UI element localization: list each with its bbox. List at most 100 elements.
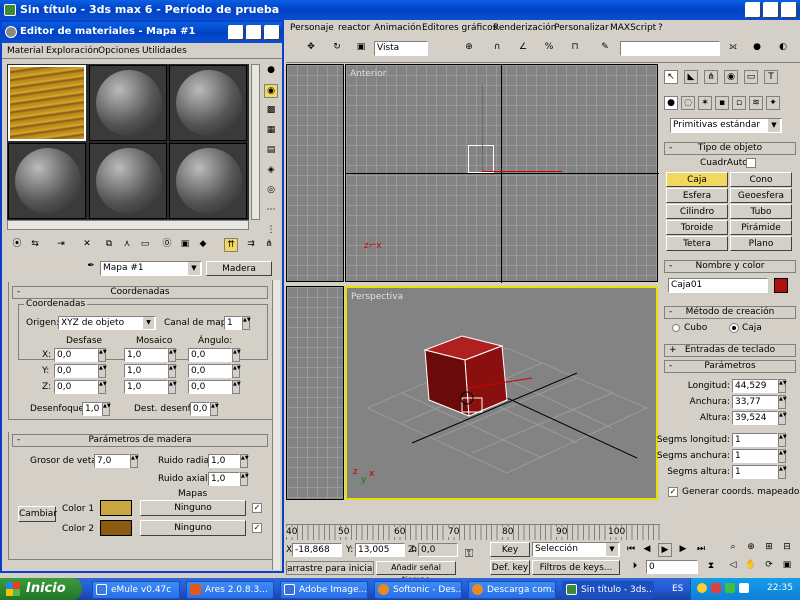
angle-x-input[interactable]: 0,0 — [188, 348, 232, 362]
grain-input[interactable]: 7,0 — [94, 454, 130, 468]
modify-tab-icon[interactable]: ◣ — [684, 70, 698, 84]
rollout-object-type[interactable]: - Tipo de objeto — [664, 142, 796, 155]
options-icon[interactable]: ◎ — [264, 184, 278, 198]
sample-slot-5[interactable] — [89, 143, 167, 219]
tiling-y-input[interactable]: 1,0 — [124, 364, 168, 378]
coord-y-input[interactable]: 13,005 — [355, 543, 405, 557]
task-3dsmax[interactable]: Sin título - 3ds... — [562, 581, 654, 599]
offset-x-input[interactable]: 0,0 — [54, 348, 98, 362]
color2-map-checkbox[interactable]: ✓ — [252, 523, 262, 533]
map-type-button[interactable]: Madera — [206, 261, 272, 276]
object-button-piramide[interactable]: Pirámide — [730, 220, 792, 235]
zoom-icon[interactable]: ⌕ — [726, 541, 740, 555]
autogrid-checkbox[interactable] — [746, 158, 756, 168]
go-to-parent-icon[interactable]: ⇈ — [224, 238, 238, 252]
lights-icon[interactable]: ✶ — [698, 96, 712, 110]
radial-noise-input[interactable]: 1,0 — [208, 454, 240, 468]
object-button-geoesfera[interactable]: Geoesfera — [730, 188, 792, 203]
menu-personalizar[interactable]: Personalizar — [554, 23, 609, 33]
put-to-scene-icon[interactable]: ⇆ — [28, 238, 42, 252]
grain-spinner[interactable]: ▲▼ — [130, 454, 139, 468]
play-icon[interactable]: ▶ — [658, 543, 672, 557]
sample-slot-6[interactable] — [169, 143, 247, 219]
object-button-tetera[interactable]: Tetera — [666, 236, 728, 251]
origin-dropdown[interactable]: XYZ de objeto ▼ — [58, 316, 156, 330]
time-config-icon[interactable]: ⧗ — [704, 560, 718, 574]
select-by-material-icon[interactable]: ⋯ — [264, 204, 278, 218]
maximize-button[interactable]: ❐ — [763, 2, 779, 18]
fov-icon[interactable]: ◁ — [726, 559, 740, 573]
start-button[interactable]: Inicio — [0, 578, 82, 600]
spinner-snap-icon[interactable]: ⊓ — [568, 41, 582, 55]
sample-slot-wood[interactable] — [8, 65, 86, 141]
mat-maximize-button[interactable]: □ — [246, 25, 262, 40]
blur-spinner[interactable]: ▲▼ — [102, 402, 111, 416]
helpers-icon[interactable]: ▫ — [732, 96, 746, 110]
object-button-esfera[interactable]: Esfera — [666, 188, 728, 203]
color2-map-button[interactable]: Ninguno — [140, 520, 246, 536]
mat-menu-opciones[interactable]: Opciones — [98, 46, 140, 56]
angle-z-spinner[interactable]: ▲▼ — [232, 380, 241, 394]
shapes-icon[interactable]: ◌ — [681, 96, 695, 110]
scale-icon[interactable]: ▣ — [354, 41, 368, 55]
viewport-top-left[interactable] — [286, 64, 344, 282]
object-button-cono[interactable]: Cono — [730, 172, 792, 187]
display-tab-icon[interactable]: ▭ — [744, 70, 758, 84]
viewport-bottom-left[interactable] — [286, 286, 344, 500]
color1-map-button[interactable]: Ninguno — [140, 500, 246, 516]
radio-caja[interactable] — [729, 323, 739, 333]
mirror-icon[interactable]: ⟗ — [726, 41, 740, 55]
mat-minimize-button[interactable]: _ — [228, 25, 244, 40]
width-input[interactable]: 33,77 — [732, 395, 778, 409]
go-end-icon[interactable]: ⏭ — [694, 543, 708, 557]
coord-x-input[interactable]: -18,868 — [292, 543, 342, 557]
rollout-keyboard-entry[interactable]: + Entradas de teclado — [664, 344, 796, 357]
systems-icon[interactable]: ✦ — [766, 96, 780, 110]
object-button-plano[interactable]: Plano — [730, 236, 792, 251]
zoom-all-icon[interactable]: ⊕ — [744, 541, 758, 555]
mat-menu-material[interactable]: Material — [7, 46, 44, 56]
rollout-coords[interactable]: - Coordenadas — [12, 286, 268, 299]
edit-named-selection-icon[interactable]: ✎ — [598, 41, 612, 55]
task-download[interactable]: Descarga com... — [468, 581, 556, 599]
hierarchy-tab-icon[interactable]: ⋔ — [704, 70, 718, 84]
gen-mapping-checkbox[interactable]: ✓ — [668, 487, 678, 497]
close-button[interactable]: ✕ — [781, 2, 797, 18]
angle-z-input[interactable]: 0,0 — [188, 380, 232, 394]
snap-3d-icon[interactable]: ∩ — [490, 41, 504, 55]
sample-type-icon[interactable]: ● — [264, 64, 278, 78]
map-name-input[interactable]: Mapa #1 ▼ — [100, 261, 202, 276]
blur-offset-spinner[interactable]: ▲▼ — [210, 402, 219, 416]
coord-z-input[interactable]: 0,0 — [418, 543, 458, 557]
show-map-icon[interactable]: ▣ — [178, 238, 192, 252]
map-channel-input[interactable]: 1 — [224, 316, 242, 330]
language-indicator[interactable]: ES — [672, 584, 683, 594]
menu-help[interactable]: ? — [658, 23, 663, 33]
radial-noise-spinner[interactable]: ▲▼ — [240, 454, 249, 468]
def-key-button[interactable]: Def. key — [490, 560, 530, 575]
material-map-nav-icon[interactable]: ⋔ — [262, 238, 276, 252]
go-start-icon[interactable]: ⏮ — [624, 543, 638, 557]
swap-colors-button[interactable]: Cambiar — [18, 506, 57, 522]
blur-offset-input[interactable]: 0,0 — [190, 402, 210, 416]
key-auto-button[interactable]: Key auto — [490, 542, 530, 569]
mat-menu-utilidades[interactable]: Utilidades — [142, 46, 187, 56]
rollout-wood[interactable]: - Parámetros de madera — [12, 434, 268, 447]
tray-icon-2[interactable] — [711, 583, 721, 593]
mat-menu-exploracion[interactable]: Exploración — [46, 46, 99, 56]
angle-snap-icon[interactable]: ∠ — [516, 41, 530, 55]
move-icon[interactable]: ✥ — [304, 41, 318, 55]
length-input[interactable]: 44,529 — [732, 379, 778, 393]
sample-slot-4[interactable] — [8, 143, 86, 219]
viewport-front[interactable]: Anterior z⌐x — [345, 64, 659, 283]
map-name-dropdown-icon[interactable]: ▼ — [188, 262, 200, 275]
seg-length-spinner[interactable]: ▲▼ — [778, 433, 787, 447]
offset-y-input[interactable]: 0,0 — [54, 364, 98, 378]
angle-y-input[interactable]: 0,0 — [188, 364, 232, 378]
blur-input[interactable]: 1,0 — [82, 402, 102, 416]
tiling-x-input[interactable]: 1,0 — [124, 348, 168, 362]
mat-editor-title-bar[interactable]: Editor de materiales - Mapa #1 _ □ ✕ — [2, 22, 282, 43]
reference-coord-select[interactable]: Vista — [374, 41, 428, 56]
key-set-dropdown[interactable]: Selección ▼ — [532, 542, 620, 557]
task-softonic[interactable]: Softonic - Des... — [374, 581, 462, 599]
